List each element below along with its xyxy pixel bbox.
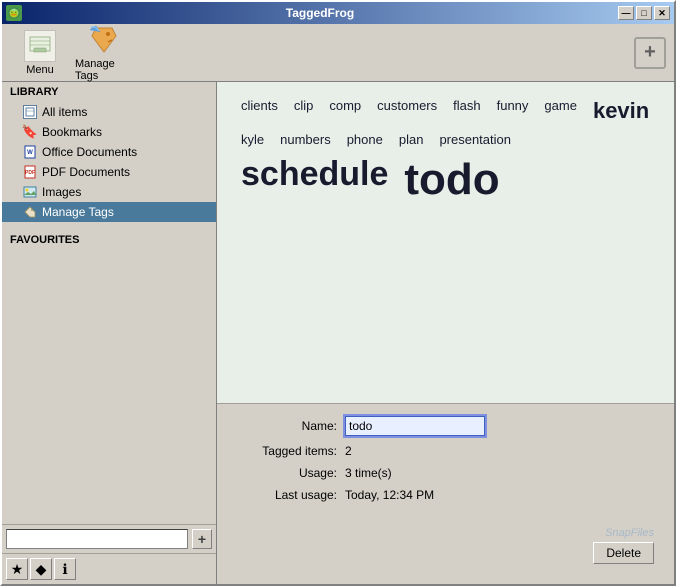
menu-icon	[24, 30, 56, 62]
tagged-items-row: Tagged items: 2	[237, 444, 654, 458]
svg-text:🐸: 🐸	[10, 10, 19, 18]
svg-text:PDF: PDF	[25, 170, 35, 176]
sidebar-item-manage-tags[interactable]: Manage Tags	[2, 202, 216, 222]
sidebar-item-label: Office Documents	[42, 145, 208, 159]
sidebar-item-all-items[interactable]: All items	[2, 102, 216, 122]
svg-text:W: W	[27, 150, 33, 156]
maximize-button[interactable]: □	[636, 6, 652, 20]
menu-button[interactable]: Menu	[10, 28, 70, 78]
usage-row: Usage: 3 time(s)	[237, 466, 654, 480]
tag-word[interactable]: game	[536, 94, 585, 128]
app-icon: 🐸	[6, 5, 22, 21]
window-controls: — □ ✕	[618, 6, 670, 20]
tag-word[interactable]: kyle	[233, 128, 272, 151]
sidebar-add-button[interactable]: +	[192, 529, 212, 549]
tag-word[interactable]: presentation	[431, 128, 519, 151]
last-usage-row: Last usage: Today, 12:34 PM	[237, 488, 654, 502]
tagged-items-value: 2	[345, 444, 352, 458]
last-usage-label: Last usage:	[237, 488, 337, 502]
sidebar-item-label: Images	[42, 185, 208, 199]
usage-value: 3 time(s)	[345, 466, 392, 480]
delete-button[interactable]: Delete	[593, 542, 654, 564]
manage-tags-icon	[88, 24, 120, 56]
menu-label: Menu	[26, 64, 54, 76]
sidebar-item-bookmarks[interactable]: 🔖 Bookmarks	[2, 122, 216, 142]
sidebar-icon-bar: ★ ◆ ℹ	[2, 553, 216, 584]
tag-word[interactable]: kevin	[585, 94, 657, 128]
tag-word[interactable]: clients	[233, 94, 286, 128]
main-window: 🐸 TaggedFrog — □ ✕ Menu	[0, 0, 676, 586]
last-usage-value: Today, 12:34 PM	[345, 488, 434, 502]
sidebar-item-label: Bookmarks	[42, 125, 208, 139]
tag-word[interactable]: comp	[321, 94, 369, 128]
tag-word[interactable]: schedule	[233, 151, 396, 209]
titlebar: 🐸 TaggedFrog — □ ✕	[2, 2, 674, 24]
name-input[interactable]	[345, 416, 485, 436]
right-panel: clientsclipcompcustomersflashfunnygameke…	[217, 82, 674, 584]
tag-word[interactable]: phone	[339, 128, 391, 151]
manage-tags-label: Manage Tags	[75, 58, 133, 82]
tag-word[interactable]: plan	[391, 128, 432, 151]
sidebar-item-label: PDF Documents	[42, 165, 208, 179]
details-panel: Name: Tagged items: 2 Usage: 3 time(s) L…	[217, 404, 674, 584]
info-button[interactable]: ℹ	[54, 558, 76, 580]
usage-label: Usage:	[237, 466, 337, 480]
window-title: TaggedFrog	[22, 6, 618, 20]
tags-cloud: clientsclipcompcustomersflashfunnygameke…	[217, 82, 674, 404]
tag-word[interactable]: clip	[286, 94, 322, 128]
tag-word[interactable]: numbers	[272, 128, 339, 151]
sidebar-search-area: +	[2, 524, 216, 553]
tag-word[interactable]: funny	[489, 94, 537, 128]
manage-tags-button[interactable]: Manage Tags	[74, 28, 134, 78]
sidebar-item-label: Manage Tags	[42, 205, 208, 219]
tag-button[interactable]: ◆	[30, 558, 52, 580]
name-label: Name:	[237, 419, 337, 433]
tagged-items-label: Tagged items:	[237, 444, 337, 458]
watermark: SnapFiles	[605, 527, 654, 539]
sidebar-item-label: All items	[42, 105, 208, 119]
minimize-button[interactable]: —	[618, 6, 634, 20]
office-docs-icon: W	[22, 144, 38, 160]
all-items-icon	[22, 104, 38, 120]
favourites-section-title: FAVOURITES	[2, 230, 216, 250]
manage-tags-sidebar-icon	[22, 204, 38, 220]
tag-word[interactable]: todo	[396, 151, 507, 209]
tag-word[interactable]: flash	[445, 94, 488, 128]
pdf-docs-icon: PDF	[22, 164, 38, 180]
sidebar-item-images[interactable]: Images	[2, 182, 216, 202]
sidebar-item-office-documents[interactable]: W Office Documents	[2, 142, 216, 162]
add-button[interactable]: +	[634, 37, 666, 69]
library-section-title: LIBRARY	[2, 82, 216, 102]
toolbar: Menu Manage Tags +	[2, 24, 674, 82]
bookmarks-icon: 🔖	[22, 124, 38, 140]
main-content: LIBRARY All items 🔖 Bookmarks	[2, 82, 674, 584]
sidebar: LIBRARY All items 🔖 Bookmarks	[2, 82, 217, 584]
name-row: Name:	[237, 416, 654, 436]
tag-word[interactable]: customers	[369, 94, 445, 128]
sidebar-search-input[interactable]	[6, 529, 188, 549]
sidebar-item-pdf-documents[interactable]: PDF PDF Documents	[2, 162, 216, 182]
images-icon	[22, 184, 38, 200]
star-button[interactable]: ★	[6, 558, 28, 580]
close-button[interactable]: ✕	[654, 6, 670, 20]
